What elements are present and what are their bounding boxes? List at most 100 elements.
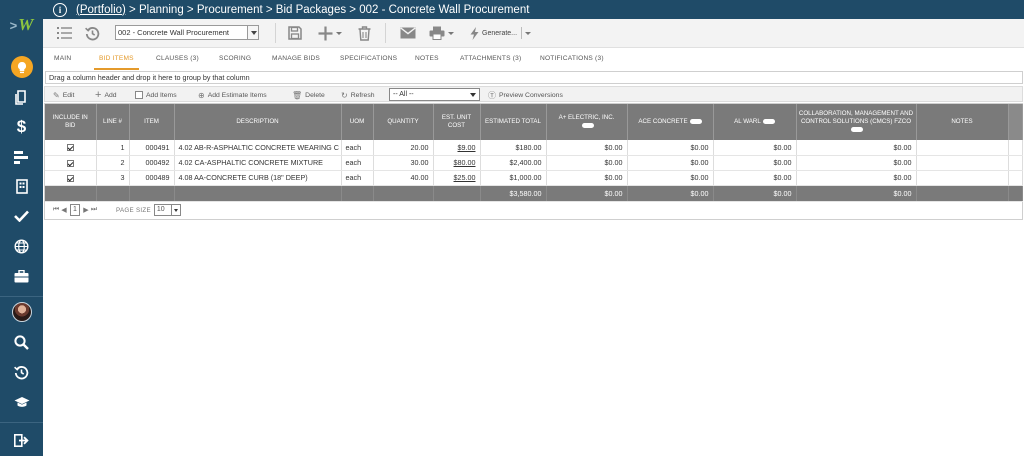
filter-select[interactable]: -- All -- bbox=[389, 88, 480, 101]
table-row[interactable]: 1 000491 4.02 AB-R-ASPHALTIC CONCRETE WE… bbox=[45, 140, 1023, 156]
cell-total: $1,000.00 bbox=[480, 170, 547, 186]
col-item[interactable]: ITEM bbox=[129, 104, 175, 140]
col-vendor-al-warl[interactable]: AL WARL bbox=[713, 104, 797, 140]
add-menu-button[interactable] bbox=[318, 24, 342, 42]
add-estimate-items-button[interactable]: ⊕ Add Estimate Items bbox=[198, 89, 267, 101]
cell-unit-cost-link[interactable]: $25.00 bbox=[433, 170, 481, 186]
gantt-bars-icon[interactable] bbox=[0, 145, 43, 169]
footer-cell bbox=[433, 185, 481, 202]
vendor-toggle[interactable] bbox=[581, 122, 594, 128]
checkmark-icon[interactable] bbox=[0, 204, 43, 228]
table-row[interactable]: 3 000489 4.08 AA-CONCRETE CURB (18" DEEP… bbox=[45, 170, 1023, 186]
chevron-down-icon[interactable] bbox=[247, 26, 258, 39]
cell-description: 4.08 AA-CONCRETE CURB (18" DEEP) bbox=[174, 170, 342, 186]
cell-unit-cost-link[interactable]: $80.00 bbox=[433, 155, 481, 171]
tab-specifications[interactable]: SPECIFICATIONS bbox=[340, 55, 397, 62]
tab-clauses[interactable]: CLAUSES (3) bbox=[156, 55, 199, 62]
dollar-icon[interactable]: $ bbox=[0, 115, 43, 139]
app-logo[interactable]: > W bbox=[0, 14, 43, 36]
delete-button[interactable]: 🗑 Delete bbox=[292, 89, 325, 101]
plus-icon: + bbox=[95, 89, 102, 101]
globe-icon[interactable] bbox=[0, 234, 43, 258]
tab-main[interactable]: MAIN bbox=[54, 55, 71, 62]
tab-manage-bids[interactable]: MANAGE BIDS bbox=[272, 55, 320, 62]
add-button[interactable]: + Add bbox=[95, 89, 117, 101]
last-page-icon[interactable]: ⏭ bbox=[90, 205, 98, 215]
search-icon[interactable] bbox=[0, 330, 43, 354]
col-estimated-total[interactable]: ESTIMATED TOTAL bbox=[480, 104, 547, 140]
expand-sidebar-icon[interactable]: > bbox=[10, 18, 18, 33]
logo-text: W bbox=[18, 15, 34, 34]
col-quantity[interactable]: QUANTITY bbox=[373, 104, 434, 140]
tab-bid-items[interactable]: BID ITEMS bbox=[99, 55, 134, 62]
col-include-in-bid[interactable]: INCLUDE IN BID bbox=[45, 104, 97, 140]
footer-cell bbox=[1008, 185, 1023, 202]
tab-attachments[interactable]: ATTACHMENTS (3) bbox=[460, 55, 521, 62]
prev-page-icon[interactable]: ◀ bbox=[60, 205, 68, 215]
include-checkbox[interactable] bbox=[45, 140, 97, 156]
group-by-panel[interactable]: Drag a column header and drop it here to… bbox=[45, 71, 1023, 84]
vendor-toggle[interactable] bbox=[851, 126, 863, 132]
cell-spacer bbox=[1008, 155, 1023, 171]
grid-toolbar: ✎ Edit + Add Add Items ⊕ Add Estimate Items… bbox=[44, 86, 1023, 102]
table-row[interactable]: 2 000492 4.02 CA-ASPHALTIC CONCRETE MIXT… bbox=[45, 155, 1023, 171]
tab-notes[interactable]: NOTES bbox=[415, 55, 439, 62]
document-icon[interactable] bbox=[0, 85, 43, 109]
logout-icon[interactable] bbox=[0, 428, 43, 452]
list-view-icon[interactable] bbox=[57, 24, 72, 42]
email-icon[interactable] bbox=[400, 24, 416, 42]
user-avatar[interactable] bbox=[0, 300, 43, 324]
col-description[interactable]: DESCRIPTION bbox=[174, 104, 342, 140]
next-page-icon[interactable]: ▶ bbox=[82, 205, 90, 215]
bid-items-table: INCLUDE IN BID LINE # ITEM DESCRIPTION U… bbox=[45, 104, 1023, 202]
footer-cell bbox=[96, 185, 130, 202]
first-page-icon[interactable]: ⏮ bbox=[52, 205, 60, 215]
add-items-button[interactable]: Add Items bbox=[135, 89, 177, 101]
page-size-select[interactable]: 10 bbox=[153, 204, 181, 216]
active-tab-indicator bbox=[94, 68, 139, 70]
sidebar-separator bbox=[0, 422, 43, 423]
cell-vendor-bid: $0.00 bbox=[796, 155, 917, 171]
include-checkbox[interactable] bbox=[45, 155, 97, 171]
edit-button[interactable]: ✎ Edit bbox=[53, 89, 74, 101]
save-icon[interactable] bbox=[288, 24, 302, 42]
footer-cell bbox=[341, 185, 374, 202]
vendor-toggle[interactable] bbox=[762, 118, 775, 124]
history-icon[interactable] bbox=[85, 24, 100, 42]
col-line-number[interactable]: LINE # bbox=[96, 104, 130, 140]
col-vendor-ace-concrete[interactable]: ACE CONCRETE bbox=[627, 104, 714, 140]
col-vendor-cmcs[interactable]: COLLABORATION, MANAGEMENT AND CONTROL SO… bbox=[796, 104, 917, 140]
vendor-toggle[interactable] bbox=[689, 118, 702, 124]
preview-conversions-button[interactable]: Ⓣ Preview Conversions bbox=[488, 89, 563, 101]
footer-vendor-total: $0.00 bbox=[713, 185, 797, 202]
col-vendor-a-plus-electric[interactable]: A+ ELECTRIC, INC. bbox=[546, 104, 628, 140]
bid-package-select[interactable]: 002 - Concrete Wall Procurement bbox=[115, 25, 259, 40]
print-menu-button[interactable] bbox=[429, 24, 454, 42]
grid-pager: ⏮ ◀ 1 ▶ ⏭ PAGE SIZE 10 bbox=[52, 203, 181, 217]
delete-icon[interactable] bbox=[358, 24, 371, 42]
cell-unit-cost-link[interactable]: $9.00 bbox=[433, 140, 481, 156]
cell-description: 4.02 CA-ASPHALTIC CONCRETE MIXTURE bbox=[174, 155, 342, 171]
tab-scoring[interactable]: SCORING bbox=[219, 55, 251, 62]
cell-line: 3 bbox=[96, 170, 130, 186]
footer-cell bbox=[916, 185, 1009, 202]
lightbulb-icon[interactable] bbox=[0, 55, 43, 79]
current-page-number[interactable]: 1 bbox=[70, 204, 80, 216]
refresh-button[interactable]: ↻ Refresh bbox=[341, 89, 375, 101]
building-icon[interactable] bbox=[0, 174, 43, 198]
briefcase-icon[interactable] bbox=[0, 264, 43, 288]
cell-vendor-bid: $0.00 bbox=[627, 170, 714, 186]
footer-cell bbox=[373, 185, 434, 202]
cell-vendor-bid: $0.00 bbox=[713, 140, 797, 156]
breadcrumb-portfolio-link[interactable]: (Portfolio) bbox=[76, 4, 126, 16]
col-est-unit-cost[interactable]: EST. UNIT COST bbox=[433, 104, 481, 140]
chevron-down-icon bbox=[470, 93, 476, 97]
col-uom[interactable]: UOM bbox=[341, 104, 374, 140]
tab-notifications[interactable]: NOTIFICATIONS (3) bbox=[540, 55, 604, 62]
graduation-cap-icon[interactable] bbox=[0, 390, 43, 414]
include-checkbox[interactable] bbox=[45, 170, 97, 186]
history-icon[interactable] bbox=[0, 360, 43, 384]
info-icon[interactable]: i bbox=[53, 2, 67, 17]
col-notes[interactable]: NOTES bbox=[916, 104, 1009, 140]
generate-menu-button[interactable]: Generate... bbox=[470, 24, 532, 42]
